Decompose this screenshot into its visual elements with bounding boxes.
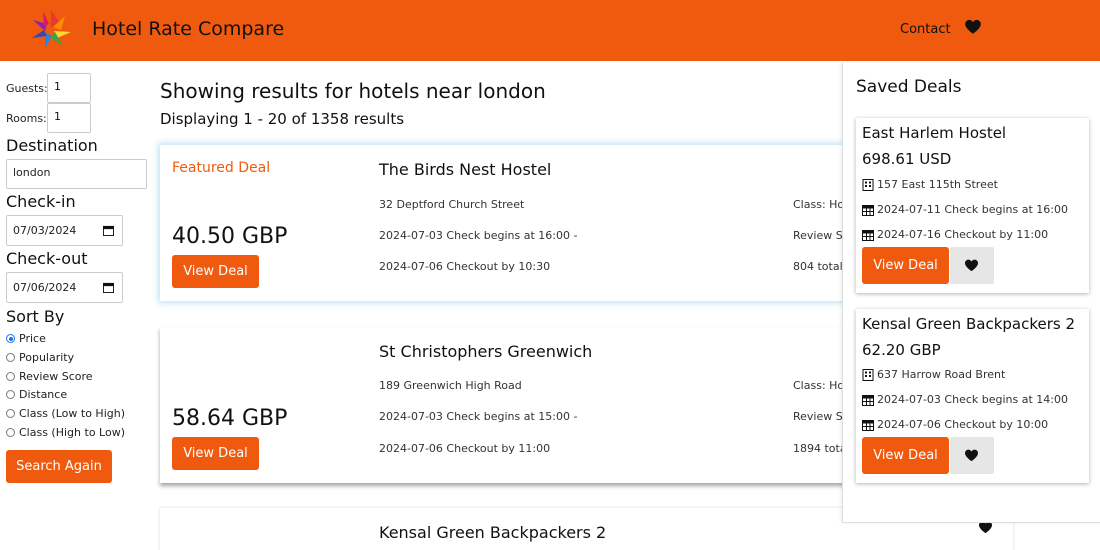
unsave-heart-button[interactable]	[950, 247, 994, 284]
view-deal-button[interactable]: View Deal	[172, 255, 259, 288]
radio-button[interactable]	[6, 372, 15, 381]
sort-option-review-score[interactable]: Review Score	[6, 370, 93, 383]
nav-contact-link[interactable]: Contact	[900, 22, 951, 37]
rooms-input[interactable]: 1	[47, 103, 91, 133]
saved-deals-panel: Saved Deals East Harlem Hostel 698.61 US…	[842, 63, 1100, 523]
saved-checkout-line: 2024-07-16 Checkout by 11:00	[862, 228, 1048, 241]
rooms-label: Rooms:	[6, 112, 47, 125]
saved-deal-card[interactable]: Kensal Green Backpackers 2 62.20 GBP 637…	[856, 309, 1089, 483]
results-title: Showing results for hotels near london	[160, 79, 546, 103]
hotel-class: Class: Hot	[793, 379, 849, 392]
saved-address-line: 157 East 115th Street	[862, 178, 998, 191]
calendar-icon	[862, 229, 874, 241]
saved-hotel-name[interactable]: Kensal Green Backpackers 2	[862, 315, 1075, 333]
search-again-button[interactable]: Search Again	[6, 450, 112, 483]
radio-button[interactable]	[6, 390, 15, 399]
saved-checkout: 2024-07-16 Checkout by 11:00	[877, 228, 1049, 241]
sort-option-label: Popularity	[19, 351, 75, 364]
sort-option-popularity[interactable]: Popularity	[6, 351, 74, 364]
sort-option-distance[interactable]: Distance	[6, 388, 67, 401]
radio-button[interactable]	[6, 409, 15, 418]
checkout-label: Check-out	[6, 249, 88, 268]
checkout-info: 2024-07-06 Checkout by 11:00	[379, 442, 551, 455]
unsave-heart-button[interactable]	[950, 437, 994, 474]
saved-hotel-price: 62.20 GBP	[862, 341, 941, 359]
hotel-address: 189 Greenwich High Road	[379, 379, 522, 392]
checkout-info: 2024-07-06 Checkout by 10:30	[379, 260, 551, 273]
saved-checkin: 2024-07-11 Check begins at 16:00	[877, 203, 1068, 216]
app-header: Hotel Rate Compare Contact	[0, 0, 1100, 61]
checkin-date-value: 07/03/2024	[13, 224, 77, 237]
calendar-icon	[862, 394, 874, 406]
review-score: Review Sc	[793, 410, 849, 423]
calendar-icon	[862, 204, 874, 216]
destination-label: Destination	[6, 136, 98, 155]
view-deal-button[interactable]: View Deal	[862, 437, 949, 474]
checkin-label: Check-in	[6, 192, 76, 211]
checkout-date-input[interactable]: 07/06/2024	[6, 272, 123, 303]
result-price: 58.64 GBP	[172, 406, 288, 431]
view-deal-button[interactable]: View Deal	[172, 437, 259, 470]
sort-option-class-low-high[interactable]: Class (Low to High)	[6, 407, 125, 420]
saved-checkout: 2024-07-06 Checkout by 10:00	[877, 418, 1049, 431]
guests-label: Guests:	[6, 82, 48, 95]
saved-address: 637 Harrow Road Brent	[877, 368, 1006, 381]
saved-address-line: 637 Harrow Road Brent	[862, 368, 1005, 381]
review-score: Review Sc	[793, 229, 849, 242]
destination-input[interactable]: london	[6, 159, 147, 189]
result-price: 40.50 GBP	[172, 224, 288, 249]
heart-icon[interactable]	[964, 18, 982, 36]
radio-button[interactable]	[6, 428, 15, 437]
sort-option-label: Price	[19, 332, 46, 345]
sort-option-label: Distance	[19, 388, 68, 401]
hotel-name[interactable]: The Birds Nest Hostel	[379, 160, 551, 179]
saved-checkin: 2024-07-03 Check begins at 14:00	[877, 393, 1068, 406]
checkin-info: 2024-07-03 Check begins at 16:00 -	[379, 229, 578, 242]
saved-checkin-line: 2024-07-11 Check begins at 16:00	[862, 203, 1068, 216]
guests-input[interactable]: 1	[47, 73, 91, 103]
hotel-name[interactable]: St Christophers Greenwich	[379, 342, 592, 361]
hotel-class: Class: Hot	[793, 198, 849, 211]
calendar-icon[interactable]	[103, 282, 114, 293]
saved-hotel-name[interactable]: East Harlem Hostel	[862, 124, 1006, 142]
sort-option-class-high-low[interactable]: Class (High to Low)	[6, 426, 125, 439]
heart-icon	[965, 259, 978, 272]
sort-option-price[interactable]: Price	[6, 332, 46, 345]
saved-checkin-line: 2024-07-03 Check begins at 14:00	[862, 393, 1068, 406]
saved-deals-title: Saved Deals	[856, 77, 962, 97]
checkin-info: 2024-07-03 Check begins at 15:00 -	[379, 410, 578, 423]
building-icon	[862, 368, 874, 381]
calendar-icon	[862, 419, 874, 431]
radio-button[interactable]	[6, 353, 15, 362]
featured-badge: Featured Deal	[172, 160, 271, 176]
sort-option-label: Class (High to Low)	[19, 426, 125, 439]
sort-by-label: Sort By	[6, 307, 65, 326]
view-deal-button[interactable]: View Deal	[862, 247, 949, 284]
review-total: 1894 tota	[793, 442, 847, 455]
logo-icon[interactable]	[27, 7, 75, 53]
checkin-date-input[interactable]: 07/03/2024	[6, 215, 123, 246]
checkout-date-value: 07/06/2024	[13, 281, 77, 294]
heart-icon	[965, 449, 978, 462]
app-title[interactable]: Hotel Rate Compare	[92, 18, 284, 40]
saved-checkout-line: 2024-07-06 Checkout by 10:00	[862, 418, 1048, 431]
hotel-name[interactable]: Kensal Green Backpackers 2	[379, 523, 606, 542]
radio-button[interactable]	[6, 334, 15, 343]
review-total: 804 total	[793, 260, 843, 273]
hotel-address: 32 Deptford Church Street	[379, 198, 525, 211]
saved-hotel-price: 698.61 USD	[862, 150, 952, 168]
building-icon	[862, 178, 874, 191]
calendar-icon[interactable]	[103, 225, 114, 236]
results-count: Displaying 1 - 20 of 1358 results	[160, 110, 405, 128]
saved-deal-card[interactable]: East Harlem Hostel 698.61 USD 157 East 1…	[856, 118, 1089, 293]
saved-address: 157 East 115th Street	[877, 178, 998, 191]
sort-option-label: Class (Low to High)	[19, 407, 125, 420]
sort-option-label: Review Score	[19, 370, 93, 383]
